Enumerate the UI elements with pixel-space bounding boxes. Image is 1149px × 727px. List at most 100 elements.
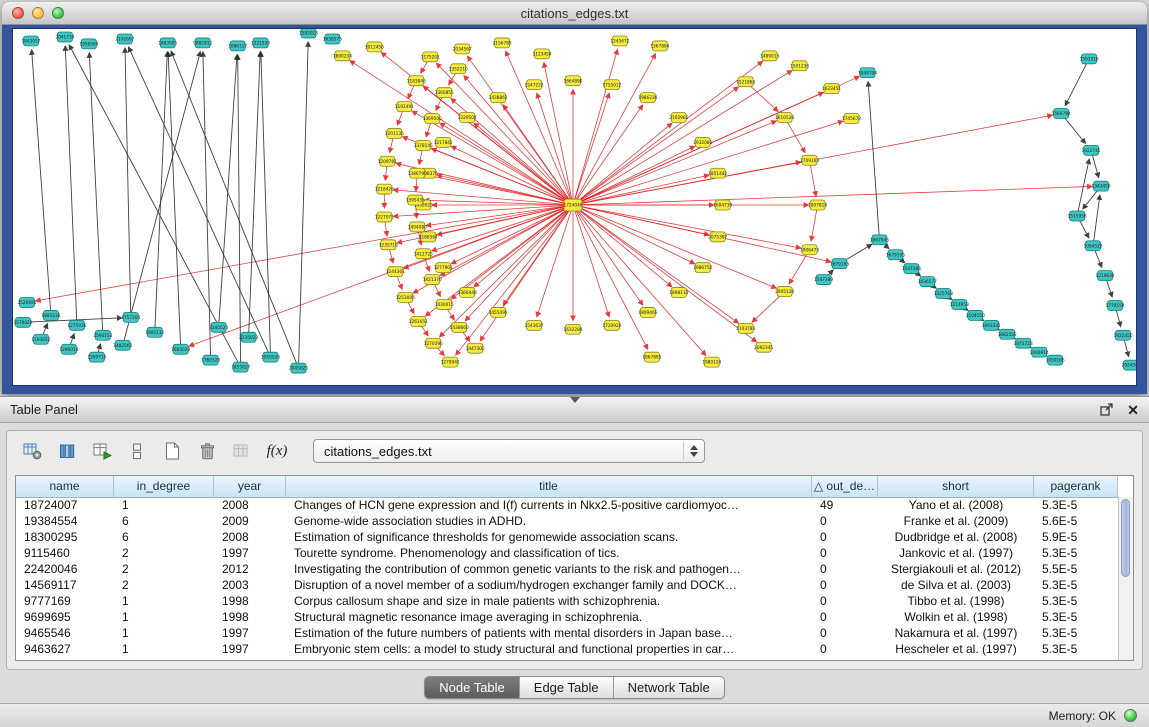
float-panel-icon[interactable] [1100, 403, 1113, 416]
graph-node[interactable]: 1244361 [386, 267, 405, 277]
graph-node[interactable]: 1489013 [760, 51, 779, 61]
graph-node[interactable]: 1436577 [918, 277, 937, 287]
graph-node[interactable]: 1521863 [736, 77, 755, 87]
graph-node[interactable]: 1895238 [41, 310, 60, 320]
create-table-icon[interactable] [159, 438, 185, 464]
graph-edge[interactable] [1065, 59, 1089, 106]
graph-node[interactable]: 1898113 [669, 288, 688, 298]
graph-node[interactable]: 1757204 [121, 312, 140, 322]
graph-edge[interactable] [65, 46, 77, 325]
graph-node[interactable]: 1421370 [423, 275, 442, 285]
graph-node[interactable]: 1277901 [434, 263, 453, 273]
graph-edge[interactable] [249, 52, 261, 337]
graph-node[interactable]: 2005128 [775, 287, 794, 297]
graph-edge[interactable] [573, 205, 776, 288]
graph-edge[interactable] [129, 47, 271, 357]
import-table-icon[interactable] [229, 438, 255, 464]
graph-edge[interactable] [32, 50, 51, 316]
graph-node[interactable]: 1123454 [533, 49, 552, 59]
graph-node[interactable]: 1366448 [458, 288, 477, 298]
graph-edge[interactable] [238, 55, 241, 367]
column-header-in_degree[interactable]: in_degree [114, 476, 214, 497]
graph-edge[interactable] [168, 52, 181, 349]
graph-node[interactable]: 1201136 [385, 128, 404, 138]
graph-node[interactable]: 1188564 [419, 232, 438, 242]
graph-node[interactable]: 1343459 [1092, 181, 1111, 191]
graph-node[interactable]: 1867893 [642, 352, 661, 362]
graph-edge[interactable] [36, 205, 573, 301]
graph-node[interactable]: 1050105 [1046, 355, 1065, 365]
graph-node[interactable]: 1515958 [1068, 211, 1087, 221]
graph-node[interactable]: 1438861 [489, 93, 508, 103]
graph-node[interactable]: 1360855 [435, 88, 454, 98]
graph-node[interactable]: 1851442 [708, 168, 727, 178]
panel-splitter-handle-icon[interactable] [570, 397, 580, 403]
graph-node[interactable]: 1679193 [830, 259, 849, 269]
graph-edge[interactable] [868, 82, 879, 240]
graph-node[interactable]: 1807818 [808, 200, 827, 210]
graph-node[interactable]: 1270296 [424, 338, 443, 348]
graph-node[interactable]: 1760528 [201, 355, 220, 365]
graph-node[interactable]: 1745672 [842, 114, 861, 124]
graph-node[interactable]: 1905132 [145, 327, 164, 337]
graph-node[interactable]: 1060914 [1030, 347, 1049, 357]
graph-node[interactable]: 1275936 [67, 320, 86, 330]
graph-edge[interactable] [219, 55, 237, 327]
graph-node[interactable]: 1632284 [563, 324, 582, 334]
network-canvas[interactable]: 1724046160473918514421932081210296519862… [12, 28, 1137, 386]
graph-node[interactable]: 1386790 [408, 168, 427, 178]
graph-node[interactable]: 1084523 [1084, 241, 1103, 251]
column-header-year[interactable]: year [214, 476, 286, 497]
graph-node[interactable]: 1593318 [1080, 54, 1099, 64]
graph-node[interactable]: 1082532 [998, 329, 1017, 339]
graph-edge[interactable] [440, 205, 573, 337]
table-settings-icon[interactable] [19, 438, 45, 464]
graph-edge[interactable] [573, 205, 801, 248]
graph-node[interactable]: 1543637 [525, 320, 544, 330]
graph-node[interactable]: 1093341 [982, 320, 1001, 330]
graph-node[interactable]: 2034567 [453, 44, 472, 54]
table-row[interactable]: 911546021997Tourette syndrome. Phenomeno… [16, 545, 1118, 561]
graph-node[interactable]: 2041734 [55, 32, 74, 42]
graph-node[interactable]: 1378145 [414, 140, 433, 150]
graph-node[interactable]: 1183846 [407, 76, 426, 86]
tab-network-table[interactable]: Network Table [614, 677, 724, 698]
graph-edge[interactable] [426, 175, 573, 205]
graph-node[interactable]: 1547389 [814, 275, 833, 285]
graph-node[interactable]: 1071723 [1014, 338, 1033, 348]
graph-node[interactable]: 1218426 [375, 184, 394, 194]
graph-node[interactable]: 1950526 [261, 352, 280, 362]
graph-node[interactable]: 1412725 [414, 249, 433, 259]
graph-node[interactable]: 1665029 [171, 344, 190, 354]
graph-edge[interactable] [189, 205, 573, 346]
graph-node[interactable]: 1253006 [396, 293, 415, 303]
graph-node[interactable]: 1395435 [406, 195, 425, 205]
graph-node[interactable]: 1404080 [408, 222, 427, 232]
column-header-title[interactable]: title [286, 476, 812, 497]
tab-node-table[interactable]: Node Table [425, 677, 520, 698]
graph-node[interactable]: 1447305 [466, 343, 485, 353]
graph-node[interactable]: 1664890 [563, 76, 582, 86]
graph-node[interactable]: 1564794 [1052, 109, 1071, 119]
graph-node[interactable]: 1325768 [934, 289, 953, 299]
graph-node[interactable]: 2045025 [289, 363, 308, 373]
graph-node[interactable]: 1193052 [31, 334, 50, 344]
graph-node[interactable]: 1890234 [333, 51, 352, 61]
column-header-name[interactable]: name [16, 476, 114, 497]
graph-node[interactable]: 1438660 [450, 322, 469, 332]
graph-node[interactable]: 1217842 [434, 137, 453, 147]
table-row[interactable]: 977716911998Corpus callosum shape and si… [16, 593, 1118, 609]
graph-edge[interactable] [155, 52, 168, 332]
graph-node[interactable]: 2235023 [239, 332, 258, 342]
graph-node[interactable]: 1369500 [423, 114, 442, 124]
graph-node[interactable]: 2140524 [209, 322, 228, 332]
graph-node[interactable]: 1570023 [13, 317, 32, 327]
graph-edge[interactable] [451, 205, 573, 299]
graph-edge[interactable] [171, 51, 298, 368]
graph-node[interactable]: 1590153 [93, 330, 112, 340]
graph-node[interactable]: 1399718 [87, 352, 106, 362]
graph-edge[interactable] [573, 76, 859, 205]
graph-node[interactable]: 1986234 [638, 93, 657, 103]
graph-node[interactable]: 2092345 [754, 342, 773, 352]
graph-edge[interactable] [298, 42, 308, 368]
